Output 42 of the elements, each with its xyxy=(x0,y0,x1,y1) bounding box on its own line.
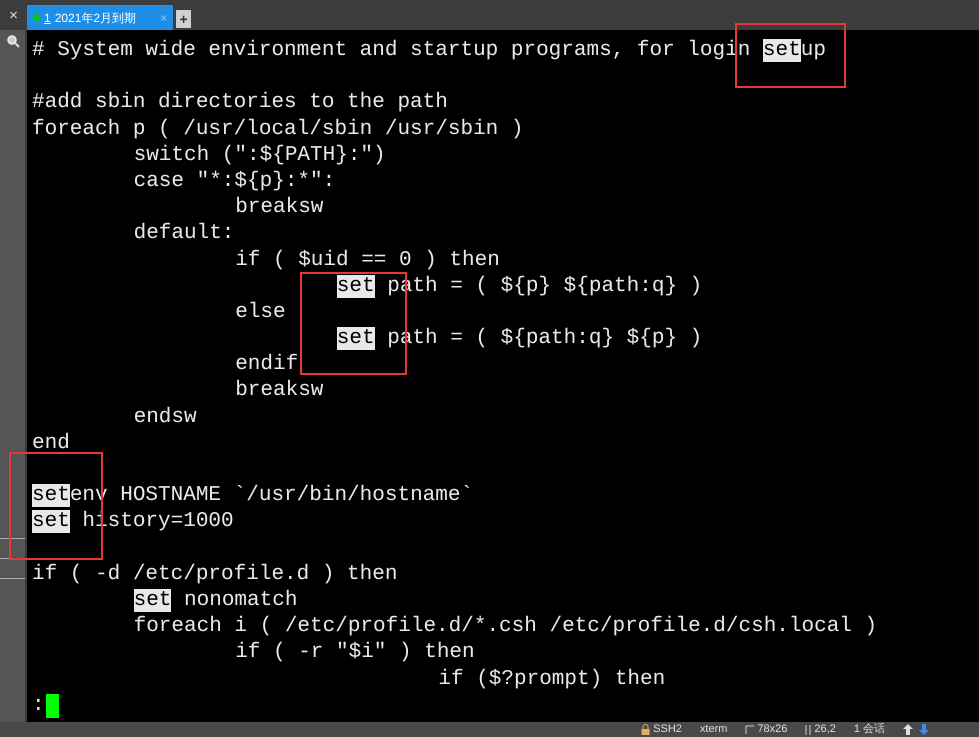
search-match: set xyxy=(336,327,375,350)
code-text: else xyxy=(235,300,286,324)
code-text: if ( -d /etc/profile.d ) then xyxy=(32,562,398,586)
code-text: switch (":${PATH}:") xyxy=(134,144,386,167)
cursor-position-icon xyxy=(805,724,812,734)
terminal[interactable] xyxy=(27,30,979,722)
code-text: breaksw xyxy=(235,196,324,220)
lock-icon xyxy=(641,724,650,735)
prompt-text: : xyxy=(32,692,45,719)
search-match: set xyxy=(762,39,801,62)
status-text: xterm xyxy=(700,724,728,735)
upload-arrow-icon[interactable] xyxy=(903,724,913,735)
search-match: set xyxy=(336,274,375,298)
search-icon[interactable] xyxy=(6,34,20,48)
resize-icon xyxy=(745,725,754,734)
code-text: case "*:${p}:*": xyxy=(134,170,336,193)
status-text: 26,2 xyxy=(814,724,836,735)
status-text: 1 会话 xyxy=(854,724,885,735)
code-text: endsw xyxy=(134,406,197,429)
search-match: set xyxy=(32,484,70,508)
code-text: up xyxy=(800,39,826,62)
tab-label: 2021年2月到期 xyxy=(54,10,136,26)
code-text: if ($?prompt) then xyxy=(438,668,666,690)
code-text: endif xyxy=(235,353,298,376)
status-text: SSH2 xyxy=(653,724,682,735)
code-text: #add sbin directories to the path xyxy=(32,91,448,114)
search-match: set xyxy=(32,510,70,534)
close-button[interactable]: × xyxy=(9,8,18,22)
new-tab-button[interactable]: + xyxy=(176,10,192,28)
code-text: nonomatch xyxy=(183,588,298,612)
code-text: default: xyxy=(134,222,234,246)
code-text: if ( -r "$i" ) then xyxy=(235,641,475,664)
cursor xyxy=(46,694,59,718)
code-text: if ( $uid == 0 ) then xyxy=(235,248,500,272)
code-text: end xyxy=(32,432,70,455)
code-text: foreach i ( /etc/profile.d/*.csh /etc/profile.d/csh.local ) xyxy=(134,615,878,638)
download-arrow-icon[interactable] xyxy=(919,724,929,735)
code-text: foreach p ( /usr/local/sbin /usr/sbin ) xyxy=(32,118,524,141)
tab-number: 1 xyxy=(44,10,51,26)
status-text: 78x26 xyxy=(757,724,788,735)
code-text: breaksw xyxy=(235,379,324,402)
search-match: set xyxy=(134,588,172,612)
